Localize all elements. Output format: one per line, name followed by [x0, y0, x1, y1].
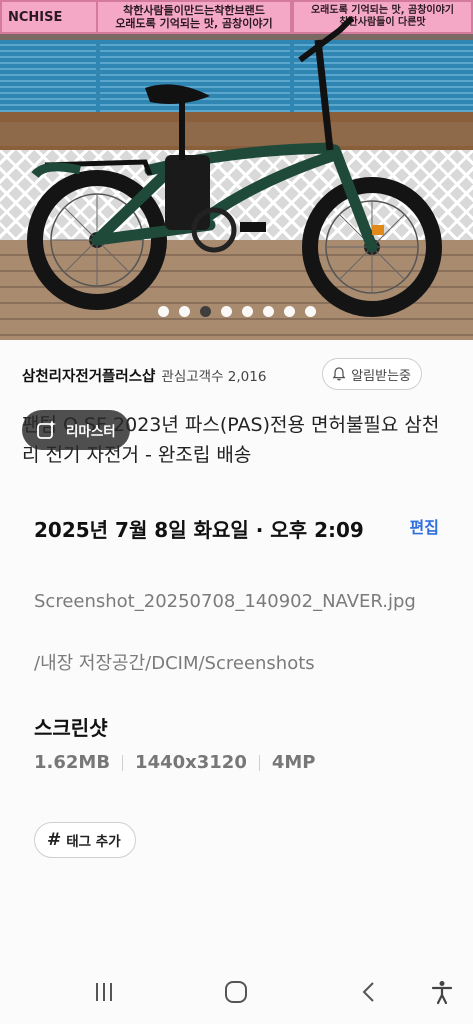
bell-icon — [332, 367, 346, 381]
page-dot[interactable] — [220, 306, 232, 317]
image-megapixels: 4MP — [271, 752, 316, 773]
add-tag-button[interactable]: # 태그 추가 — [34, 822, 136, 858]
file-path: /내장 저장공간/DCIM/Screenshots — [34, 653, 315, 674]
remaster-button[interactable]: 리마스터 — [22, 410, 130, 450]
divider — [122, 754, 124, 771]
notify-subscribed-button[interactable]: 알림받는중 — [322, 358, 422, 390]
seller-name[interactable]: 삼천리자전거플러스샵 — [22, 365, 155, 386]
file-meta: 1.62MB 1440x3120 4MP — [34, 752, 316, 773]
home-icon — [225, 981, 247, 1003]
image-page-indicator — [0, 306, 473, 317]
image-resolution: 1440x3120 — [135, 752, 247, 773]
seller-row: 삼천리자전거플러스샵 관심고객수 2,016 알림받는중 — [22, 358, 452, 392]
product-photo[interactable]: NCHISE 착한사람들이만드는착한브랜드 오래도록 기억되는 맛, 곰창이야기… — [0, 0, 473, 340]
page-dot[interactable] — [304, 306, 316, 317]
capture-datetime: 2025년 7월 8일 화요일 · 오후 2:09 — [34, 518, 364, 542]
home-button[interactable] — [212, 968, 260, 1016]
file-name: Screenshot_20250708_140902_NAVER.jpg — [34, 591, 416, 612]
hash-icon: # — [47, 830, 62, 850]
system-navigation-bar — [0, 968, 473, 1024]
image-type: 스크린샷 — [34, 716, 108, 740]
back-button[interactable] — [345, 968, 393, 1016]
file-size: 1.62MB — [34, 752, 111, 773]
seller-followers: 관심고객수 2,016 — [161, 369, 267, 385]
accessibility-button[interactable] — [418, 968, 466, 1016]
remaster-sparkle-icon — [37, 420, 56, 439]
accessibility-icon — [431, 981, 453, 1005]
divider — [258, 754, 260, 771]
back-icon — [362, 982, 374, 1002]
page-dot[interactable] — [241, 306, 253, 317]
page-dot[interactable] — [178, 306, 190, 317]
page-dot-active[interactable] — [199, 306, 211, 317]
page-dot[interactable] — [283, 306, 295, 317]
page-dot[interactable] — [157, 306, 169, 317]
recents-icon — [96, 983, 112, 1001]
recents-button[interactable] — [80, 968, 128, 1016]
page-dot[interactable] — [262, 306, 274, 317]
edit-button[interactable]: 편집 — [410, 514, 439, 538]
electric-bicycle-image — [27, 15, 442, 317]
